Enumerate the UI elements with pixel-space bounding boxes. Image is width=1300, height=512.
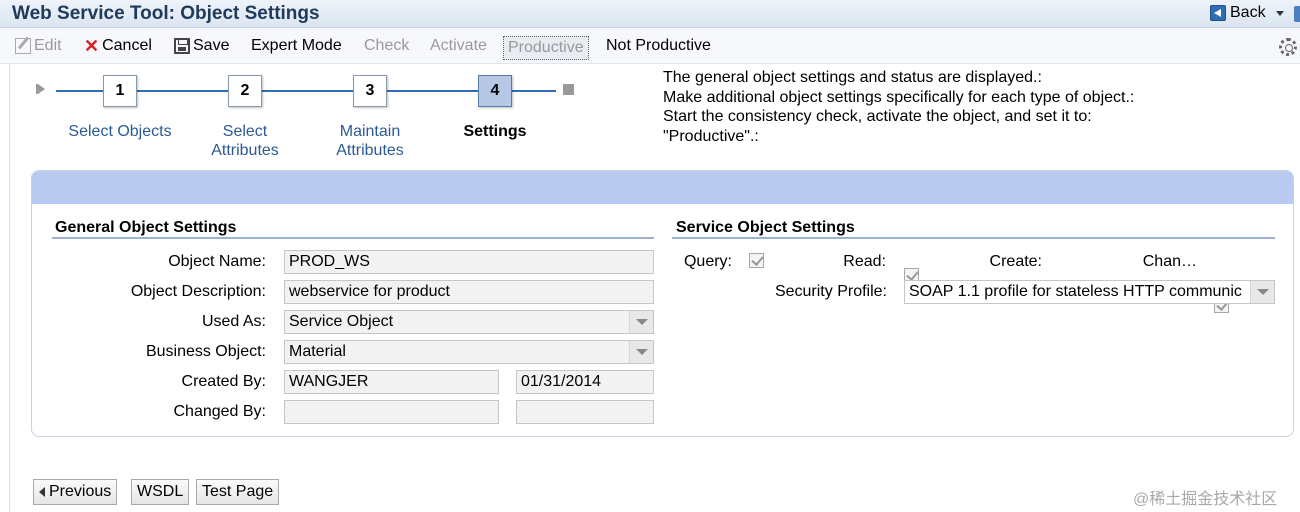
chevron-down-icon[interactable] (1250, 281, 1274, 303)
instruction-line: Make additional object settings specific… (663, 88, 1135, 106)
security-profile-label: Security Profile: (774, 283, 887, 300)
service-settings-title: Service Object Settings (676, 219, 855, 236)
watermark: @稀土掘金技术社区 (1133, 491, 1278, 508)
changed-by-label: Changed By: (173, 403, 266, 420)
chevron-down-icon[interactable] (629, 311, 653, 333)
business-object-select[interactable]: Material (284, 340, 654, 364)
not-productive-button[interactable]: Not Productive (606, 37, 711, 55)
read-label: Read: (843, 253, 886, 270)
window-title: Web Service Tool: Object Settings (12, 3, 320, 24)
query-checkbox[interactable] (749, 253, 764, 268)
back-label: Back (1230, 4, 1266, 21)
object-description-field[interactable]: webservice for product (284, 280, 654, 304)
roadmap-label-2[interactable]: Select Attributes (185, 122, 305, 160)
wsdl-button[interactable]: WSDL (131, 479, 190, 505)
roadmap-step-2[interactable]: 2 (228, 75, 262, 107)
edit-button[interactable]: Edit (15, 37, 62, 55)
roadmap-label-3-line2: Attributes (336, 142, 404, 159)
general-settings-rule (52, 237, 654, 239)
test-page-button[interactable]: Test Page (196, 479, 280, 505)
instruction-line: Start the consistency check, activate th… (663, 108, 1092, 125)
check-button[interactable]: Check (364, 37, 409, 55)
previous-button[interactable]: Previous (33, 479, 118, 505)
save-button[interactable]: Save (174, 37, 229, 55)
activate-button[interactable]: Activate (430, 37, 487, 55)
cancel-x-icon: ✕ (84, 36, 100, 56)
chevron-down-icon[interactable] (1275, 10, 1284, 16)
object-description-label: Object Description: (130, 283, 266, 300)
pencil-icon (15, 38, 31, 54)
instruction-line: The general object settings and status a… (663, 69, 1042, 86)
business-object-label: Business Object: (145, 343, 266, 360)
created-on-field[interactable]: 01/31/2014 (516, 370, 654, 394)
security-profile-value: SOAP 1.1 profile for stateless HTTP comm… (909, 283, 1242, 300)
roadmap-end-icon (563, 84, 574, 95)
roadmap-label-4: Settings (435, 122, 555, 141)
service-settings-rule (672, 237, 1275, 239)
roadmap-label-2-line2: Attributes (211, 142, 279, 159)
roadmap-label-4-line1: Settings (463, 123, 527, 140)
change-label: Chan… (1142, 253, 1197, 270)
chevron-down-icon[interactable] (629, 341, 653, 363)
previous-label: Previous (49, 483, 112, 500)
roadmap-label-2-line1: Select (222, 123, 268, 140)
gear-icon[interactable] (1279, 38, 1297, 56)
roadmap-step-4[interactable]: 4 (478, 75, 512, 107)
edit-label: Edit (34, 37, 62, 54)
roadmap-label-3-line1: Maintain (339, 123, 401, 140)
roadmap-step-1[interactable]: 1 (103, 75, 137, 107)
productive-button[interactable]: Productive (503, 36, 589, 60)
create-label: Create: (989, 253, 1042, 270)
changed-by-field[interactable] (284, 400, 499, 424)
title-bar: Web Service Tool: Object Settings Back (0, 0, 1300, 28)
back-arrow-icon (1210, 5, 1226, 21)
general-settings-title: General Object Settings (55, 219, 237, 236)
query-label: Query: (683, 253, 732, 270)
back-button[interactable]: Back (1210, 4, 1284, 22)
roadmap-label-1-line1: Select Objects (68, 123, 172, 140)
roadmap-label-1[interactable]: Select Objects (60, 122, 180, 141)
cancel-button[interactable]: ✕ Cancel (84, 37, 152, 55)
floppy-disk-icon (174, 38, 190, 54)
window-menu-icon[interactable] (1294, 6, 1300, 22)
triangle-left-icon (39, 487, 45, 497)
roadmap-step-3[interactable]: 3 (353, 75, 387, 107)
used-as-value: Service Object (289, 313, 394, 330)
instruction-line: "Productive".: (663, 127, 759, 145)
created-by-label: Created By: (181, 373, 266, 390)
changed-on-field[interactable] (516, 400, 654, 424)
expert-mode-button[interactable]: Expert Mode (251, 37, 342, 55)
cancel-label: Cancel (102, 37, 152, 54)
left-divider (9, 64, 10, 512)
security-profile-select[interactable]: SOAP 1.1 profile for stateless HTTP comm… (904, 280, 1275, 304)
instructions-text: The general object settings and status a… (663, 68, 1134, 146)
roadmap-start-icon (38, 84, 45, 94)
used-as-select[interactable]: Service Object (284, 310, 654, 334)
roadmap-label-3[interactable]: Maintain Attributes (310, 122, 430, 160)
object-name-label: Object Name: (168, 253, 266, 270)
settings-panel: General Object Settings Object Name: PRO… (31, 170, 1294, 437)
object-name-field[interactable]: PROD_WS (284, 250, 654, 274)
used-as-label: Used As: (201, 313, 266, 330)
created-by-field[interactable]: WANGJER (284, 370, 499, 394)
business-object-value: Material (289, 343, 346, 360)
save-label: Save (193, 37, 230, 54)
panel-header (32, 171, 1293, 204)
